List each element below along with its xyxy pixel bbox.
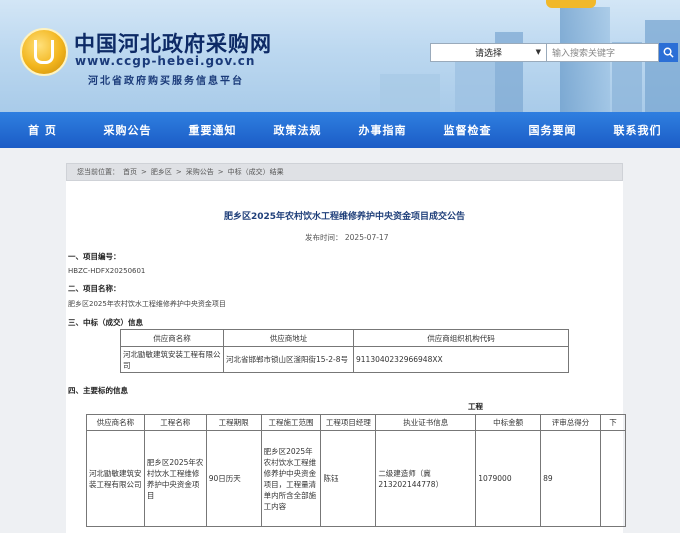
breadcrumb-home[interactable]: 首页	[123, 167, 137, 177]
column-header: 评审总得分	[540, 414, 601, 431]
column-header: 供应商地址	[223, 329, 354, 347]
project-name: 肥乡区2025年农村饮水工程维修养护中央资金项目	[68, 300, 226, 308]
breadcrumb: 您当前位置： 首页 > 肥乡区 > 采购公告 > 中标（成交）结果	[66, 163, 623, 181]
nav-supervision[interactable]: 监督检查	[425, 112, 510, 148]
table-cell: 河北勖敏建筑安装工程有限公司	[120, 346, 224, 373]
top-tab[interactable]	[546, 0, 596, 8]
table-row: 河北勖敏建筑安装工程有限公司 河北省邯郸市锁山区滏阳街15-2-8号 91130…	[120, 346, 569, 373]
section-heading: 四、主要标的信息	[68, 386, 128, 395]
column-header: 下	[599, 414, 627, 431]
table-cell: 90日历天	[205, 430, 262, 527]
site-subtitle: 河北省政府购买服务信息平台	[88, 76, 244, 87]
section-heading: 一、项目编号：	[68, 252, 121, 261]
skyline-building	[455, 57, 495, 112]
search-input[interactable]: 输入搜索关键字	[547, 43, 659, 62]
notice-content: 肥乡区2025年农村饮水工程维修养护中央资金项目成交公告 发布时间： 2025-…	[66, 181, 627, 533]
breadcrumb-sep: >	[217, 168, 224, 176]
column-header: 供应商名称	[120, 329, 224, 347]
nav-contact[interactable]: 联系我们	[595, 112, 680, 148]
skyline-building	[645, 20, 680, 112]
breadcrumb-current: 中标（成交）结果	[227, 168, 284, 176]
section-subheading: 工程	[468, 402, 483, 411]
column-header: 工程项目经理	[320, 414, 377, 431]
search-button[interactable]	[659, 43, 678, 62]
table-cell: 1079000	[475, 430, 542, 527]
skyline-building	[380, 74, 440, 112]
table-cell: 陈钰	[320, 430, 377, 527]
column-header: 工程期限	[205, 414, 262, 431]
main-nav: 首 页 采购公告 重要通知 政策法规 办事指南 监督检查 国务要闻 联系我们	[0, 112, 680, 148]
table-cell: 91130402329669​48XX	[353, 346, 569, 373]
item-table: 供应商名称 工程名称 工程期限 工程施工范围 工程项目经理 执业证书信息 中标金…	[86, 414, 627, 527]
project-number: HBZC-HDFX20250601	[68, 267, 146, 275]
nav-policies[interactable]: 政策法规	[255, 112, 340, 148]
supplier-table: 供应商名称 供应商地址 供应商组织机构代码 河北勖敏建筑安装工程有限公司 河北省…	[120, 329, 569, 373]
notice-title: 肥乡区2025年农村饮水工程维修养护中央资金项目成交公告	[223, 212, 466, 222]
search-icon	[663, 47, 674, 58]
site-url: www.ccgp-hebei.gov.cn	[75, 54, 256, 68]
nav-guide[interactable]: 办事指南	[340, 112, 425, 148]
search-category-value: 请选择	[474, 49, 502, 59]
table-header-row: 供应商名称 工程名称 工程期限 工程施工范围 工程项目经理 执业证书信息 中标金…	[86, 414, 627, 431]
table-row: 河北勖敏建筑安装工程有限公司 肥乡区2025年农村饮水工程维修养护中央资金项目 …	[86, 430, 627, 527]
nav-home[interactable]: 首 页	[0, 112, 85, 148]
column-header: 执业证书信息	[375, 414, 477, 431]
table-cell: 二级建造师（冀213202144778）	[375, 430, 477, 527]
search-category-select[interactable]: 请选择 ▼	[430, 43, 547, 62]
table-cell: 河北勖敏建筑安装工程有限公司	[86, 430, 145, 527]
section-heading: 二、项目名称：	[68, 284, 121, 293]
search-bar: 请选择 ▼ 输入搜索关键字	[430, 43, 678, 62]
table-cell: 肥乡区2025年农村饮水工程维修养护中央资金项目	[143, 430, 207, 527]
chevron-down-icon: ▼	[535, 48, 541, 56]
table-cell	[599, 430, 627, 527]
table-cell: 肥乡区2025年农村饮水工程维修养护中央资金项目，工程量清单内所含全部施工内容	[260, 430, 322, 527]
breadcrumb-district[interactable]: 肥乡区	[151, 167, 172, 177]
table-cell: 89	[540, 430, 601, 527]
site-emblem-icon	[20, 28, 68, 76]
table-header-row: 供应商名称 供应商地址 供应商组织机构代码	[120, 329, 569, 347]
column-header: 工程名称	[143, 414, 207, 431]
breadcrumb-label: 您当前位置：	[77, 168, 119, 176]
nav-notices[interactable]: 重要通知	[170, 112, 255, 148]
column-header: 供应商组织机构代码	[353, 329, 569, 347]
breadcrumb-sep: >	[141, 168, 147, 176]
section-heading: 三、中标（成交）信息	[68, 318, 143, 327]
table-cell: 河北省邯郸市锁山区滏阳街15-2-8号	[223, 346, 354, 373]
publish-date: 发布时间： 2025-07-17	[305, 233, 389, 242]
search-placeholder: 输入搜索关键字	[552, 49, 616, 59]
nav-procurement[interactable]: 采购公告	[85, 112, 170, 148]
column-header: 供应商名称	[86, 414, 145, 431]
nav-news[interactable]: 国务要闻	[510, 112, 595, 148]
column-header: 中标金额	[475, 414, 542, 431]
column-header: 工程施工范围	[260, 414, 322, 431]
breadcrumb-sep: >	[175, 168, 182, 176]
site-header: 中国河北政府采购网 www.ccgp-hebei.gov.cn 河北省政府购买服…	[0, 0, 680, 112]
breadcrumb-procurement[interactable]: 采购公告	[186, 167, 214, 177]
